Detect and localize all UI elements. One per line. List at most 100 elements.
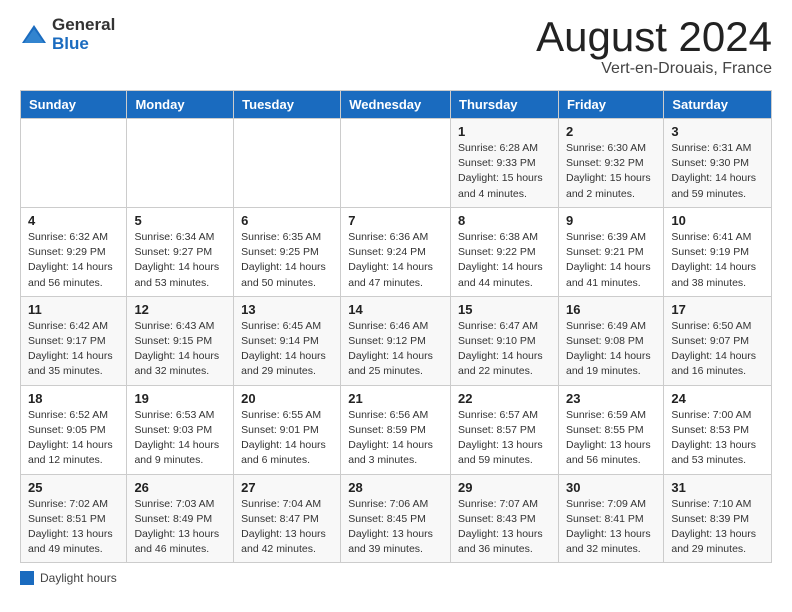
calendar-cell: 12Sunrise: 6:43 AMSunset: 9:15 PMDayligh…	[127, 296, 234, 385]
day-info: Sunrise: 6:56 AMSunset: 8:59 PMDaylight:…	[348, 408, 443, 469]
day-info: Sunrise: 6:52 AMSunset: 9:05 PMDaylight:…	[28, 408, 119, 469]
calendar-cell	[341, 119, 451, 208]
calendar-cell: 17 Sunrise: 6:50 AMSunset: 9:07 PMDayligh…	[664, 296, 772, 385]
day-number: 23	[566, 391, 656, 406]
calendar-cell: 5 Sunrise: 6:34 AMSunset: 9:27 PMDaylight…	[127, 207, 234, 296]
day-number: 4	[28, 213, 119, 228]
calendar-cell: 28 Sunrise: 7:06 AMSunset: 8:45 PMDayligh…	[341, 474, 451, 563]
calendar-cell: 4Sunrise: 6:32 AMSunset: 9:29 PMDaylight…	[21, 207, 127, 296]
calendar-cell: 8 Sunrise: 6:38 AMSunset: 9:22 PMDaylight…	[451, 207, 559, 296]
col-tuesday: Tuesday	[234, 91, 341, 119]
col-monday: Monday	[127, 91, 234, 119]
calendar-cell: 1 Sunrise: 6:28 AMSunset: 9:33 PMDaylight…	[451, 119, 559, 208]
logo-icon	[20, 23, 48, 47]
day-number: 5	[134, 213, 226, 228]
calendar-cell: 22Sunrise: 6:57 AMSunset: 8:57 PMDayligh…	[451, 385, 559, 474]
day-number: 1	[458, 124, 551, 139]
calendar-cell: 3Sunrise: 6:31 AMSunset: 9:30 PMDaylight…	[664, 119, 772, 208]
day-number: 7	[348, 213, 443, 228]
calendar-cell: 11 Sunrise: 6:42 AMSunset: 9:17 PMDayligh…	[21, 296, 127, 385]
day-number: 6	[241, 213, 333, 228]
logo: General Blue	[20, 16, 115, 53]
logo-text: General Blue	[52, 16, 115, 53]
calendar-cell: 27 Sunrise: 7:04 AMSunset: 8:47 PMDayligh…	[234, 474, 341, 563]
day-number: 8	[458, 213, 551, 228]
calendar-cell: 7Sunrise: 6:36 AMSunset: 9:24 PMDaylight…	[341, 207, 451, 296]
calendar-cell: 19 Sunrise: 6:53 AMSunset: 9:03 PMDayligh…	[127, 385, 234, 474]
calendar-cell: 30Sunrise: 7:09 AMSunset: 8:41 PMDayligh…	[558, 474, 663, 563]
calendar-table: Sunday Monday Tuesday Wednesday Thursday…	[20, 90, 772, 563]
day-info: Sunrise: 6:53 AMSunset: 9:03 PMDaylight:…	[134, 408, 226, 469]
day-info: Sunrise: 6:35 AMSunset: 9:25 PMDaylight:…	[241, 230, 333, 291]
calendar-week-4: 25 Sunrise: 7:02 AMSunset: 8:51 PMDayligh…	[21, 474, 772, 563]
calendar-cell: 2Sunrise: 6:30 AMSunset: 9:32 PMDaylight…	[558, 119, 663, 208]
day-info: Sunrise: 7:00 AMSunset: 8:53 PMDaylight:…	[671, 408, 764, 469]
day-info: Sunrise: 6:34 AMSunset: 9:27 PMDaylight:…	[134, 230, 226, 291]
day-number: 29	[458, 480, 551, 495]
day-info: Sunrise: 6:38 AMSunset: 9:22 PMDaylight:…	[458, 230, 551, 291]
day-number: 31	[671, 480, 764, 495]
legend: Daylight hours	[20, 571, 772, 585]
day-info: Sunrise: 6:28 AMSunset: 9:33 PMDaylight:…	[458, 141, 551, 202]
day-info: Sunrise: 7:09 AMSunset: 8:41 PMDaylight:…	[566, 497, 656, 558]
day-number: 3	[671, 124, 764, 139]
day-number: 16	[566, 302, 656, 317]
day-number: 28	[348, 480, 443, 495]
calendar-week-3: 18Sunrise: 6:52 AMSunset: 9:05 PMDayligh…	[21, 385, 772, 474]
col-friday: Friday	[558, 91, 663, 119]
day-number: 27	[241, 480, 333, 495]
calendar-body: 1 Sunrise: 6:28 AMSunset: 9:33 PMDaylight…	[21, 119, 772, 563]
day-number: 12	[134, 302, 226, 317]
calendar-header: Sunday Monday Tuesday Wednesday Thursday…	[21, 91, 772, 119]
legend-box	[20, 571, 34, 585]
legend-label: Daylight hours	[40, 571, 117, 585]
day-info: Sunrise: 6:47 AMSunset: 9:10 PMDaylight:…	[458, 319, 551, 380]
day-number: 20	[241, 391, 333, 406]
calendar-week-1: 4Sunrise: 6:32 AMSunset: 9:29 PMDaylight…	[21, 207, 772, 296]
day-number: 14	[348, 302, 443, 317]
col-sunday: Sunday	[21, 91, 127, 119]
calendar-cell: 26Sunrise: 7:03 AMSunset: 8:49 PMDayligh…	[127, 474, 234, 563]
day-info: Sunrise: 7:10 AMSunset: 8:39 PMDaylight:…	[671, 497, 764, 558]
day-info: Sunrise: 7:07 AMSunset: 8:43 PMDaylight:…	[458, 497, 551, 558]
col-wednesday: Wednesday	[341, 91, 451, 119]
day-info: Sunrise: 6:39 AMSunset: 9:21 PMDaylight:…	[566, 230, 656, 291]
day-info: Sunrise: 6:59 AMSunset: 8:55 PMDaylight:…	[566, 408, 656, 469]
day-number: 9	[566, 213, 656, 228]
day-info: Sunrise: 7:02 AMSunset: 8:51 PMDaylight:…	[28, 497, 119, 558]
calendar-cell: 18Sunrise: 6:52 AMSunset: 9:05 PMDayligh…	[21, 385, 127, 474]
day-number: 11	[28, 302, 119, 317]
day-number: 19	[134, 391, 226, 406]
calendar-week-0: 1 Sunrise: 6:28 AMSunset: 9:33 PMDaylight…	[21, 119, 772, 208]
month-year: August 2024	[536, 16, 772, 58]
logo-blue-text: Blue	[52, 35, 115, 54]
day-info: Sunrise: 7:06 AMSunset: 8:45 PMDaylight:…	[348, 497, 443, 558]
calendar-cell: 6 Sunrise: 6:35 AMSunset: 9:25 PMDaylight…	[234, 207, 341, 296]
col-saturday: Saturday	[664, 91, 772, 119]
day-info: Sunrise: 6:30 AMSunset: 9:32 PMDaylight:…	[566, 141, 656, 202]
calendar-cell: 24 Sunrise: 7:00 AMSunset: 8:53 PMDayligh…	[664, 385, 772, 474]
day-number: 25	[28, 480, 119, 495]
day-number: 10	[671, 213, 764, 228]
calendar-cell: 21Sunrise: 6:56 AMSunset: 8:59 PMDayligh…	[341, 385, 451, 474]
day-number: 17	[671, 302, 764, 317]
day-info: Sunrise: 6:50 AMSunset: 9:07 PMDaylight:…	[671, 319, 764, 380]
page: General Blue August 2024 Vert-en-Drouais…	[0, 0, 792, 605]
calendar-cell	[234, 119, 341, 208]
header: General Blue August 2024 Vert-en-Drouais…	[20, 16, 772, 78]
location: Vert-en-Drouais, France	[536, 60, 772, 78]
day-number: 15	[458, 302, 551, 317]
calendar-cell: 9 Sunrise: 6:39 AMSunset: 9:21 PMDaylight…	[558, 207, 663, 296]
day-info: Sunrise: 7:04 AMSunset: 8:47 PMDaylight:…	[241, 497, 333, 558]
day-info: Sunrise: 6:42 AMSunset: 9:17 PMDaylight:…	[28, 319, 119, 380]
col-thursday: Thursday	[451, 91, 559, 119]
day-info: Sunrise: 6:55 AMSunset: 9:01 PMDaylight:…	[241, 408, 333, 469]
title-block: August 2024 Vert-en-Drouais, France	[536, 16, 772, 78]
day-number: 24	[671, 391, 764, 406]
day-info: Sunrise: 6:45 AMSunset: 9:14 PMDaylight:…	[241, 319, 333, 380]
calendar-cell: 13Sunrise: 6:45 AMSunset: 9:14 PMDayligh…	[234, 296, 341, 385]
calendar-cell: 20 Sunrise: 6:55 AMSunset: 9:01 PMDayligh…	[234, 385, 341, 474]
calendar-cell	[127, 119, 234, 208]
day-number: 22	[458, 391, 551, 406]
calendar-cell	[21, 119, 127, 208]
